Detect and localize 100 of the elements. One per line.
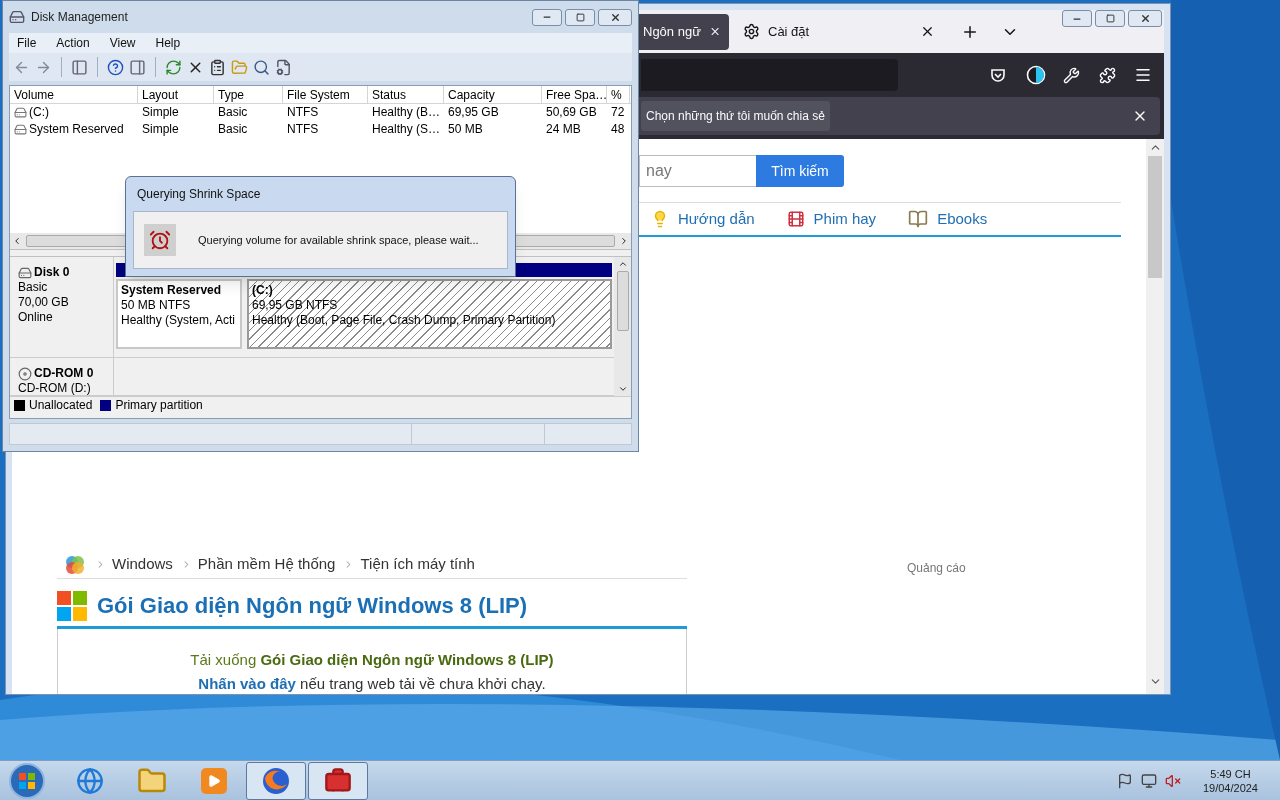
- scroll-up-icon[interactable]: [617, 259, 628, 269]
- close-tab-icon[interactable]: [920, 24, 935, 39]
- search-field[interactable]: nay: [639, 155, 756, 187]
- column-header[interactable]: Volume: [10, 86, 138, 103]
- drive-icon: [14, 106, 27, 119]
- table-cell: 50,69 GB: [546, 104, 597, 121]
- table-cell: 24 MB: [546, 121, 581, 138]
- settings-icon[interactable]: [275, 58, 292, 76]
- menu-item[interactable]: Action: [48, 34, 98, 52]
- refresh-icon[interactable]: [165, 58, 182, 76]
- network-icon[interactable]: [1140, 772, 1157, 789]
- ad-label: Quảng cáo: [907, 561, 966, 575]
- table-cell: System Reserved: [29, 121, 124, 138]
- disk-info: Online: [18, 310, 54, 325]
- minimize-button[interactable]: [532, 8, 562, 26]
- menu-item[interactable]: View: [101, 34, 144, 52]
- flag-icon[interactable]: [1116, 772, 1133, 789]
- breadcrumb-link[interactable]: Windows: [112, 553, 173, 576]
- partition-block[interactable]: System Reserved 50 MB NTFS Healthy (System, Acti: [116, 279, 242, 349]
- taskbar-button[interactable]: [308, 761, 368, 800]
- close-icon: [1139, 13, 1151, 24]
- play-icon: [201, 767, 227, 794]
- colorful-logo-icon: [65, 554, 85, 575]
- vertical-scrollbar[interactable]: [614, 257, 631, 396]
- maximize-button[interactable]: [565, 8, 595, 26]
- muted-speaker-icon[interactable]: [1164, 772, 1181, 789]
- panel-icon[interactable]: [129, 58, 146, 76]
- dialog-title: Querying Shrink Space: [137, 186, 261, 203]
- browser-tab[interactable]: Cài đặt: [735, 13, 943, 50]
- download-hint: Nhấn vào đây nếu trang web tải về chưa khởi chạy.: [197, 674, 547, 694]
- film-icon: [786, 210, 805, 228]
- scroll-down-icon[interactable]: [617, 384, 628, 394]
- help-icon[interactable]: [107, 58, 124, 76]
- column-header[interactable]: Layout: [138, 86, 214, 103]
- menu-icon[interactable]: [1134, 66, 1152, 84]
- column-header[interactable]: Type: [214, 86, 283, 103]
- table-cell: Healthy (S…: [372, 121, 441, 138]
- breadcrumb-link[interactable]: Phần mềm Hệ thống: [197, 553, 336, 576]
- disk-name: CD-ROM 0: [34, 366, 94, 381]
- menu-item[interactable]: File: [9, 34, 45, 52]
- table-cell: 69,95 GB: [448, 104, 499, 121]
- table-cell: NTFS: [287, 121, 319, 138]
- close-button[interactable]: [598, 8, 632, 26]
- pocket-icon[interactable]: [990, 67, 1006, 83]
- table-cell: 50 MB: [448, 121, 483, 138]
- search-button[interactable]: Tìm kiếm: [756, 155, 844, 187]
- column-header[interactable]: File System: [283, 86, 368, 103]
- half-circle-icon[interactable]: [1026, 65, 1046, 85]
- download-link[interactable]: Nhấn vào đây: [198, 675, 296, 692]
- partition-block[interactable]: (C:) 69,95 GB NTFS Healthy (Boot, Page File, Crash Dump, Primary Partition): [247, 279, 612, 349]
- table-cell: 72: [611, 104, 625, 121]
- taskbar-button[interactable]: [246, 761, 306, 800]
- legend-label: Primary partition: [115, 397, 203, 414]
- column-header[interactable]: Capacity: [444, 86, 542, 103]
- clock-date[interactable]: 19/04/2024: [1202, 780, 1258, 795]
- nav-link[interactable]: Hướng dẫn: [678, 207, 755, 231]
- legend-label: Unallocated: [29, 397, 93, 414]
- table-cell: Basic: [218, 104, 248, 121]
- maximize-icon: [575, 12, 585, 22]
- clock-time[interactable]: 5:49 CH: [1210, 766, 1251, 781]
- close-button[interactable]: [1128, 10, 1162, 27]
- scroll-left-icon[interactable]: [12, 236, 22, 246]
- cd-icon: [18, 366, 32, 381]
- table-cell: Basic: [218, 121, 248, 138]
- four-squares-icon: [57, 590, 87, 621]
- share-choice-button[interactable]: Chọn những thứ tôi muốn chia sẻ: [641, 101, 830, 131]
- minimize-button[interactable]: [1062, 10, 1092, 27]
- disk-info: Basic: [18, 280, 49, 295]
- disk-info: 70,00 GB: [18, 295, 70, 310]
- column-header[interactable]: Free Spa…: [542, 86, 607, 103]
- scroll-right-icon[interactable]: [619, 236, 629, 246]
- scroll-thumb[interactable]: [1148, 156, 1162, 278]
- dialog-message: Querying volume for available shrink space, please wait...: [198, 232, 479, 248]
- wrench-icon[interactable]: [1063, 66, 1080, 84]
- drive-icon: [14, 123, 27, 136]
- page-scrollbar[interactable]: [1146, 139, 1164, 694]
- nav-link[interactable]: Ebooks: [937, 207, 988, 231]
- panel-icon[interactable]: [71, 58, 88, 76]
- globe-icon: [76, 766, 104, 795]
- table-cell: 48: [611, 121, 625, 138]
- window-title: Disk Management: [31, 9, 128, 26]
- magnifier-icon[interactable]: [253, 58, 270, 76]
- table-cell: Healthy (B…: [372, 104, 441, 121]
- properties-icon[interactable]: [209, 58, 226, 76]
- book-icon: [908, 209, 929, 229]
- table-cell: (C:): [29, 104, 49, 121]
- fox-globe-icon: [261, 765, 291, 796]
- disk-info: CD-ROM (D:): [18, 381, 92, 396]
- column-header[interactable]: Status: [368, 86, 444, 103]
- gear-icon: [743, 23, 760, 40]
- start-orb-icon[interactable]: [8, 761, 46, 800]
- nav-link[interactable]: Phim hay: [813, 207, 877, 231]
- download-line: Tải xuống Gói Giao diện Ngôn ngữ Windows 8 (LIP): [189, 650, 555, 670]
- table-cell: NTFS: [287, 104, 319, 121]
- column-header[interactable]: %: [607, 86, 630, 103]
- maximize-button[interactable]: [1095, 10, 1125, 27]
- breadcrumb-link[interactable]: Tiện ích máy tính: [360, 553, 475, 576]
- puzzle-icon[interactable]: [1099, 66, 1116, 84]
- menu-item[interactable]: Help: [147, 34, 189, 52]
- table-cell: Simple: [142, 121, 179, 138]
